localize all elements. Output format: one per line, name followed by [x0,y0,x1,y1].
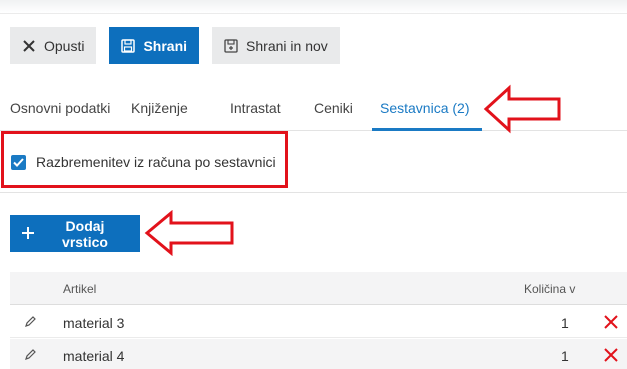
plus-icon [22,226,34,242]
tab-sestavnica[interactable]: Sestavnica (2) [380,100,469,116]
tab-knjizenje[interactable]: Knjiženje [131,100,188,116]
close-icon [22,39,36,53]
delete-icon[interactable] [604,348,618,365]
pencil-icon[interactable] [24,315,37,331]
top-bar [0,0,627,14]
row-article: material 3 [63,315,125,331]
save-label: Shrani [143,37,188,54]
save-button[interactable]: Shrani [109,27,200,64]
add-row-label: Dodaj vrstico [62,217,108,250]
tab-intrastat[interactable]: Intrastat [230,100,281,116]
save-and-new-button[interactable]: Shrani in nov [212,27,340,64]
add-row-button[interactable]: Dodaj vrstico [10,215,140,252]
row-quantity: 1 [561,315,569,331]
delete-icon[interactable] [604,315,618,332]
cancel-button[interactable]: Opusti [10,27,97,64]
toolbar: Opusti Shrani Shrani in nov [10,27,340,64]
save-new-icon [224,38,238,53]
pencil-icon[interactable] [24,348,37,364]
row-quantity: 1 [561,348,569,364]
table-row: material 4 1 [10,339,627,369]
cancel-label: Opusti [44,37,85,54]
row-article: material 4 [63,348,125,364]
column-header-quantity[interactable]: Količina v [524,282,575,296]
tab-ceniki[interactable]: Ceniki [314,100,353,116]
table-header: Artikel Količina v [10,272,627,305]
column-header-article[interactable]: Artikel [63,282,96,296]
arrow-left-icon [144,210,234,256]
save-icon [121,38,136,53]
tab-osnovni-podatki[interactable]: Osnovni podatki [10,100,110,116]
annotation-highlight-box [1,131,288,188]
save-and-new-label: Shrani in nov [246,37,328,54]
table-row: material 3 1 [10,306,627,338]
arrow-left-icon [483,84,561,134]
